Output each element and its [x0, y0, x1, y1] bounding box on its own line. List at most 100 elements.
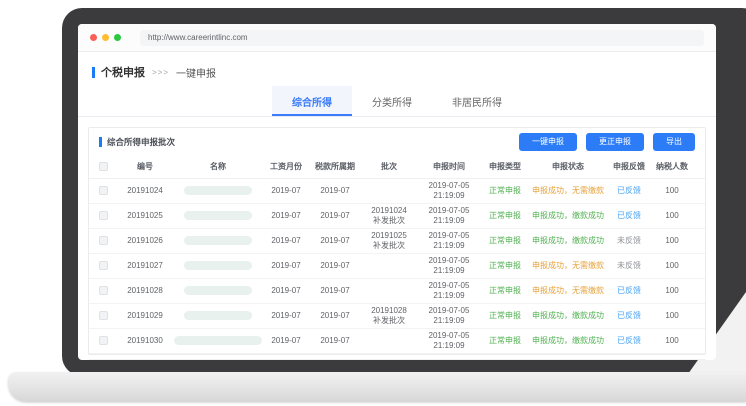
row-checkbox[interactable]	[99, 186, 108, 195]
button-导出[interactable]: 导出	[653, 133, 695, 151]
cell-status: 申报成功，缴款成功	[529, 228, 607, 253]
name-placeholder	[184, 186, 252, 195]
tab-非居民所得[interactable]: 非居民所得	[432, 86, 522, 116]
tab-分类所得[interactable]: 分类所得	[352, 86, 432, 116]
cell-batch	[361, 278, 417, 303]
laptop-mockup: http://www.careerintlinc.com 个税申报 >>> 一键…	[0, 0, 746, 406]
cell-salary-month: 2019-07	[263, 253, 309, 278]
batch-table: 编号名称工资月份税款所属期批次申报时间申报类型申报状态申报反馈纳税人数 2019…	[89, 156, 705, 354]
cell-overflow: 11	[693, 178, 705, 203]
row-checkbox[interactable]	[99, 336, 108, 345]
cell-status: 申报成功，无需缴款	[529, 253, 607, 278]
cell-declare-type: 正常申报	[481, 178, 529, 203]
window-zoom-icon[interactable]	[114, 34, 121, 41]
row-checkbox[interactable]	[99, 236, 108, 245]
name-placeholder	[184, 261, 252, 270]
column-header-0	[89, 156, 117, 178]
table-row: 201910262019-072019-0720191025补发批次2019-0…	[89, 228, 705, 253]
cell-name	[173, 178, 263, 203]
scroll-left-icon[interactable]: ◀	[89, 360, 98, 361]
cell-feedback: 已反馈	[607, 328, 651, 353]
tab-综合所得[interactable]: 综合所得	[272, 86, 352, 116]
browser-toolbar: http://www.careerintlinc.com	[78, 24, 716, 52]
cell-name	[173, 278, 263, 303]
window-minimize-icon[interactable]	[102, 34, 109, 41]
window-close-icon[interactable]	[90, 34, 97, 41]
cell-tax-period: 2019-07	[309, 203, 361, 228]
cell-status: 申报成功，缴款成功	[529, 328, 607, 353]
cell-feedback: 已反馈	[607, 278, 651, 303]
cell-checkbox	[89, 253, 117, 278]
cell-declare-type: 正常申报	[481, 328, 529, 353]
name-placeholder	[184, 211, 252, 220]
batch-table-wrapper: 编号名称工资月份税款所属期批次申报时间申报类型申报状态申报反馈纳税人数 2019…	[89, 156, 705, 354]
cell-declare-type: 正常申报	[481, 203, 529, 228]
cell-declare-time: 2019-07-0521:19:09	[417, 328, 481, 353]
cell-declare-time: 2019-07-0521:19:09	[417, 203, 481, 228]
cell-id: 20191025	[117, 203, 173, 228]
column-header-申报反馈: 申报反馈	[607, 156, 651, 178]
name-placeholder	[184, 311, 252, 320]
cell-feedback: 未反馈	[607, 228, 651, 253]
cell-feedback: 已反馈	[607, 178, 651, 203]
cell-id: 20191027	[117, 253, 173, 278]
cell-id: 20191030	[117, 328, 173, 353]
cell-declare-type: 正常申报	[481, 278, 529, 303]
row-checkbox[interactable]	[99, 211, 108, 220]
row-checkbox[interactable]	[99, 286, 108, 295]
select-all-checkbox[interactable]	[99, 162, 108, 171]
cell-declare-time: 2019-07-0521:19:09	[417, 178, 481, 203]
cell-batch	[361, 253, 417, 278]
breadcrumb-separator: >>>	[152, 68, 169, 77]
cell-salary-month: 2019-07	[263, 278, 309, 303]
table-body: 201910242019-072019-072019-07-0521:19:09…	[89, 178, 705, 353]
name-placeholder	[184, 286, 252, 295]
panel-actions: 一键申报更正申报导出	[519, 133, 695, 151]
cell-batch	[361, 328, 417, 353]
cell-batch: 20191028补发批次	[361, 303, 417, 328]
horizontal-scrollbar[interactable]: ◀ ▶	[88, 359, 706, 361]
name-placeholder	[184, 236, 252, 245]
cell-id: 20191028	[117, 278, 173, 303]
cell-declare-time: 2019-07-0521:19:09	[417, 253, 481, 278]
cell-status: 申报成功，缴款成功	[529, 203, 607, 228]
cell-salary-month: 2019-07	[263, 203, 309, 228]
cell-checkbox	[89, 178, 117, 203]
column-header-编号: 编号	[117, 156, 173, 178]
cell-declare-type: 正常申报	[481, 303, 529, 328]
cell-taxpayers: 100	[651, 303, 693, 328]
cell-status: 申报成功，缴款成功	[529, 303, 607, 328]
cell-checkbox	[89, 228, 117, 253]
column-header-名称: 名称	[173, 156, 263, 178]
cell-tax-period: 2019-07	[309, 178, 361, 203]
scroll-right-icon[interactable]: ▶	[696, 360, 705, 361]
cell-overflow: 11	[693, 253, 705, 278]
cell-batch	[361, 178, 417, 203]
button-更正申报[interactable]: 更正申报	[586, 133, 644, 151]
column-header-工资月份: 工资月份	[263, 156, 309, 178]
table-row: 201910292019-072019-0720191028补发批次2019-0…	[89, 303, 705, 328]
row-checkbox[interactable]	[99, 261, 108, 270]
scrollbar-track[interactable]	[98, 360, 696, 361]
laptop-base	[8, 372, 746, 402]
column-header-税款所属期: 税款所属期	[309, 156, 361, 178]
cell-tax-period: 2019-07	[309, 278, 361, 303]
column-header-批次: 批次	[361, 156, 417, 178]
cell-name	[173, 253, 263, 278]
cell-name	[173, 228, 263, 253]
cell-checkbox	[89, 328, 117, 353]
cell-status: 申报成功，无需缴款	[529, 178, 607, 203]
column-header-11	[693, 156, 705, 178]
cell-taxpayers: 100	[651, 228, 693, 253]
url-bar[interactable]: http://www.careerintlinc.com	[140, 30, 704, 46]
cell-salary-month: 2019-07	[263, 178, 309, 203]
cell-declare-time: 2019-07-0521:19:09	[417, 228, 481, 253]
cell-checkbox	[89, 203, 117, 228]
cell-declare-type: 正常申报	[481, 228, 529, 253]
panel-title: 综合所得申报批次	[107, 136, 175, 148]
button-一键申报[interactable]: 一键申报	[519, 133, 577, 151]
row-checkbox[interactable]	[99, 311, 108, 320]
url-text: http://www.careerintlinc.com	[148, 33, 248, 42]
browser-window: http://www.careerintlinc.com 个税申报 >>> 一键…	[78, 24, 716, 360]
column-header-申报时间: 申报时间	[417, 156, 481, 178]
